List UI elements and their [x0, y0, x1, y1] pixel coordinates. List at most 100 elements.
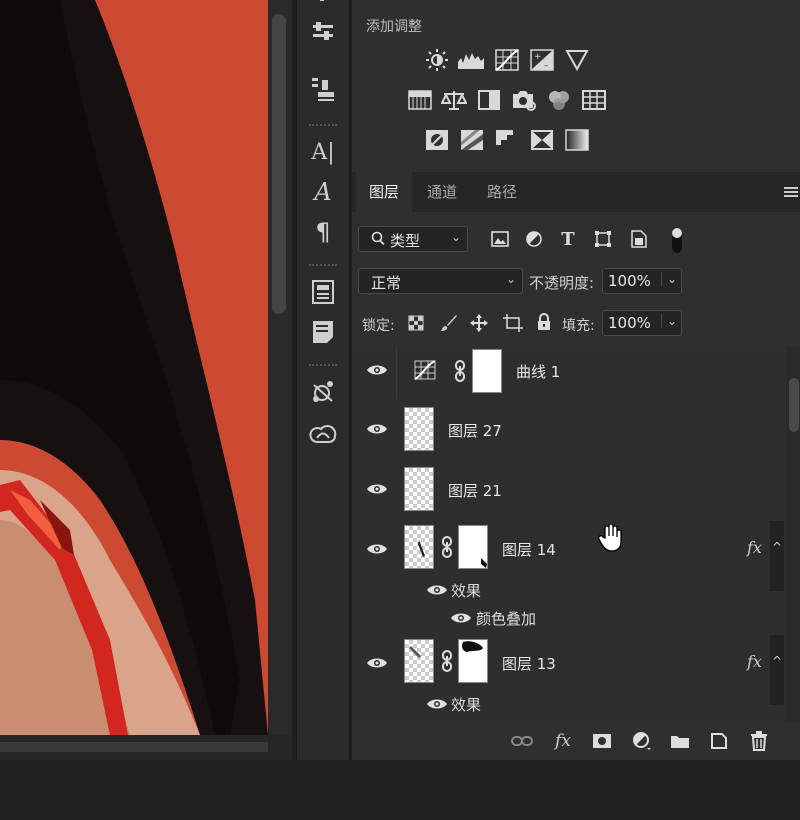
layer-name[interactable]: 曲线 1 [516, 361, 560, 382]
lock-image-pixels-icon[interactable] [440, 314, 458, 332]
layer-name[interactable]: 图层 13 [502, 653, 556, 674]
layer-row[interactable]: 图层 13 fx ^ 效果 [352, 633, 786, 722]
layer-row[interactable]: 图层 27 [352, 399, 786, 460]
fill-field[interactable]: 100% ⌄ [602, 310, 682, 336]
new-fill-adjustment-icon[interactable] [630, 730, 654, 752]
effects-label[interactable]: 效果 [451, 694, 481, 715]
color-balance-icon[interactable] [440, 87, 468, 113]
layer-row[interactable]: 曲线 1 [352, 347, 786, 400]
filter-toggle-switch[interactable] [666, 226, 688, 254]
black-white-icon[interactable] [475, 87, 503, 113]
brightness-contrast-icon[interactable] [423, 47, 451, 73]
opacity-value: 100% [608, 272, 651, 290]
fill-label: 填充: [562, 318, 595, 334]
link-icon[interactable] [453, 360, 467, 382]
layer-name[interactable]: 图层 27 [448, 420, 502, 441]
visibility-eye-icon[interactable] [366, 363, 388, 377]
tab-channels[interactable]: 通道 [418, 172, 466, 212]
threshold-icon[interactable] [493, 127, 521, 153]
share-icon[interactable] [307, 376, 339, 408]
curves-icon[interactable] [493, 47, 521, 73]
paragraph-icon[interactable]: ¶ [307, 216, 339, 248]
filter-type-icon[interactable]: T [557, 228, 579, 250]
add-mask-icon[interactable] [590, 730, 614, 752]
status-strip [0, 760, 800, 820]
layer-name[interactable]: 图层 21 [448, 480, 502, 501]
visibility-eye-icon[interactable] [366, 542, 388, 556]
lock-all-icon[interactable] [536, 313, 552, 331]
canvas-scroll-thumb[interactable] [272, 14, 286, 314]
filter-pixel-icon[interactable] [489, 228, 511, 250]
clone-source-icon[interactable] [307, 74, 339, 106]
layer-mask-thumbnail[interactable] [458, 525, 488, 569]
effects-label[interactable]: 效果 [451, 580, 481, 601]
panel-menu-icon[interactable] [782, 184, 800, 200]
invert-icon[interactable] [423, 127, 451, 153]
selective-color-icon[interactable] [528, 127, 556, 153]
color-overlay-effect[interactable]: 颜色叠加 [476, 608, 536, 629]
layer-thumbnail[interactable] [404, 467, 434, 511]
visibility-eye-icon[interactable] [366, 482, 388, 496]
layer-thumbnail[interactable] [404, 407, 434, 451]
visibility-eye-icon[interactable] [366, 656, 388, 670]
creative-cloud-icon[interactable] [307, 418, 339, 450]
visibility-eye-icon[interactable] [426, 697, 448, 711]
tab-layers[interactable]: 图层 [356, 172, 412, 212]
layer-filter-dropdown[interactable]: 类型 ⌄ [358, 226, 468, 252]
posterize-icon[interactable] [458, 127, 486, 153]
document-canvas[interactable] [0, 0, 268, 735]
chevron-down-icon: ⌄ [450, 230, 461, 244]
opacity-field[interactable]: 100% ⌄ [602, 268, 682, 294]
color-lookup-icon[interactable] [580, 87, 608, 113]
link-icon[interactable] [440, 536, 454, 558]
filter-shape-icon[interactable] [592, 228, 614, 250]
lock-artboard-icon[interactable] [503, 314, 523, 332]
layer-effects-icon[interactable]: fx [747, 652, 762, 671]
layer-thumbnail[interactable] [404, 525, 434, 569]
layer-mask-thumbnail[interactable] [472, 349, 502, 393]
vibrance-icon[interactable] [563, 47, 591, 73]
channel-mixer-icon[interactable] [545, 87, 573, 113]
chevron-down-icon[interactable]: ⌄ [660, 272, 677, 286]
layer-thumbnail[interactable] [404, 639, 434, 683]
canvas-horizontal-scroll-thumb[interactable] [0, 742, 268, 752]
new-layer-icon[interactable] [707, 730, 731, 752]
layer-row[interactable]: 图层 14 fx ^ 效果 颜色叠加 [352, 519, 786, 634]
svg-text:+: + [534, 52, 542, 62]
photo-image [0, 0, 268, 735]
link-icon[interactable] [440, 650, 454, 672]
link-layers-icon[interactable] [510, 730, 534, 752]
levels-icon[interactable] [457, 47, 485, 73]
expand-effects-chevron-icon[interactable]: ^ [770, 635, 784, 705]
layer-row[interactable]: 图层 21 [352, 459, 786, 520]
tab-paths[interactable]: 路径 [478, 172, 526, 212]
properties-icon[interactable] [307, 16, 339, 48]
lock-transparent-pixels-icon[interactable] [408, 315, 424, 331]
character-icon[interactable]: A| [307, 136, 339, 168]
delete-layer-icon[interactable] [747, 730, 771, 752]
layer-mask-thumbnail[interactable] [458, 639, 488, 683]
visibility-eye-icon[interactable] [366, 422, 388, 436]
add-layer-style-icon[interactable]: fx [551, 730, 575, 752]
gradient-map-icon[interactable] [563, 127, 591, 153]
lock-position-icon[interactable] [470, 314, 488, 332]
filter-adjustment-icon[interactable] [523, 228, 545, 250]
libraries-icon[interactable] [307, 276, 339, 308]
photo-filter-icon[interactable] [510, 87, 538, 113]
layer-effects-icon[interactable]: fx [747, 538, 762, 557]
search-icon [371, 230, 385, 250]
layers-scroll-thumb[interactable] [789, 378, 799, 432]
hue-saturation-icon[interactable] [406, 87, 434, 113]
blend-mode-dropdown[interactable]: 正常 ⌄ [358, 268, 523, 294]
visibility-eye-icon[interactable] [450, 611, 472, 625]
layers-bottom-toolbar [352, 722, 800, 760]
glyphs-icon[interactable]: A [307, 176, 339, 208]
expand-effects-chevron-icon[interactable]: ^ [770, 521, 784, 591]
notes-icon[interactable] [307, 316, 339, 348]
chevron-down-icon[interactable]: ⌄ [660, 314, 677, 328]
filter-smart-object-icon[interactable] [628, 228, 650, 250]
new-group-icon[interactable] [668, 730, 692, 752]
layer-name[interactable]: 图层 14 [502, 539, 556, 560]
visibility-eye-icon[interactable] [426, 583, 448, 597]
exposure-icon[interactable]: + – [528, 47, 556, 73]
